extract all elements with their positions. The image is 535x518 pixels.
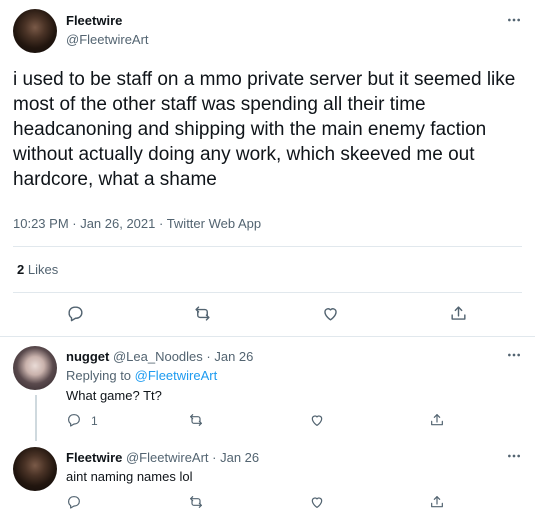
like-count: 2 xyxy=(17,262,25,277)
heart-icon[interactable] xyxy=(321,304,340,323)
reply-count: 1 xyxy=(91,414,98,428)
reply-author-avatar[interactable] xyxy=(13,447,57,491)
more-icon[interactable] xyxy=(506,347,522,363)
retweet-icon[interactable] xyxy=(188,412,204,428)
reply-author-handle[interactable]: @FleetwireArt xyxy=(126,450,209,465)
more-icon[interactable] xyxy=(506,448,522,464)
main-tweet-text: i used to be staff on a mmo private serv… xyxy=(13,69,516,190)
heart-icon[interactable] xyxy=(309,494,325,510)
divider xyxy=(13,292,522,293)
reply-text: What game? Tt? xyxy=(66,388,162,403)
reply-text: aint naming names lol xyxy=(66,469,193,484)
share-icon[interactable] xyxy=(449,304,468,323)
replying-to-link[interactable]: @FleetwireArt xyxy=(135,368,218,383)
reply-date[interactable]: · Jan 26 xyxy=(206,349,253,364)
main-tweet-meta[interactable]: 10:23 PM · Jan 26, 2021 · Twitter Web Ap… xyxy=(13,216,261,231)
share-icon[interactable] xyxy=(429,494,445,510)
retweet-icon[interactable] xyxy=(188,494,204,510)
reply-author-name[interactable]: nugget xyxy=(66,349,109,364)
main-author-avatar[interactable] xyxy=(13,9,57,53)
like-label: Likes xyxy=(27,262,59,277)
reply-date[interactable]: · Jan 26 xyxy=(212,450,259,465)
thread-connector xyxy=(35,395,37,441)
main-author-handle[interactable]: @FleetwireArt xyxy=(66,32,149,47)
divider xyxy=(0,336,535,337)
main-author-name[interactable]: Fleetwire xyxy=(66,13,122,28)
reply-icon[interactable] xyxy=(66,412,82,428)
reply-author-name[interactable]: Fleetwire xyxy=(66,450,122,465)
reply-header: nugget @Lea_Noodles · Jan 26 xyxy=(66,349,253,364)
divider xyxy=(13,246,522,247)
reply-header: Fleetwire @FleetwireArt · Jan 26 xyxy=(66,450,259,465)
heart-icon[interactable] xyxy=(309,412,325,428)
replying-to: Replying to @FleetwireArt xyxy=(66,368,217,383)
reply-icon[interactable] xyxy=(66,494,82,510)
retweet-icon[interactable] xyxy=(193,304,212,323)
share-icon[interactable] xyxy=(429,412,445,428)
reply-author-avatar[interactable] xyxy=(13,346,57,390)
replying-to-label: Replying to xyxy=(66,368,132,383)
likes-summary[interactable]: 2 Likes xyxy=(17,262,58,277)
more-icon[interactable] xyxy=(506,12,522,28)
reply-icon[interactable] xyxy=(66,304,85,323)
reply-author-handle[interactable]: @Lea_Noodles xyxy=(113,349,203,364)
